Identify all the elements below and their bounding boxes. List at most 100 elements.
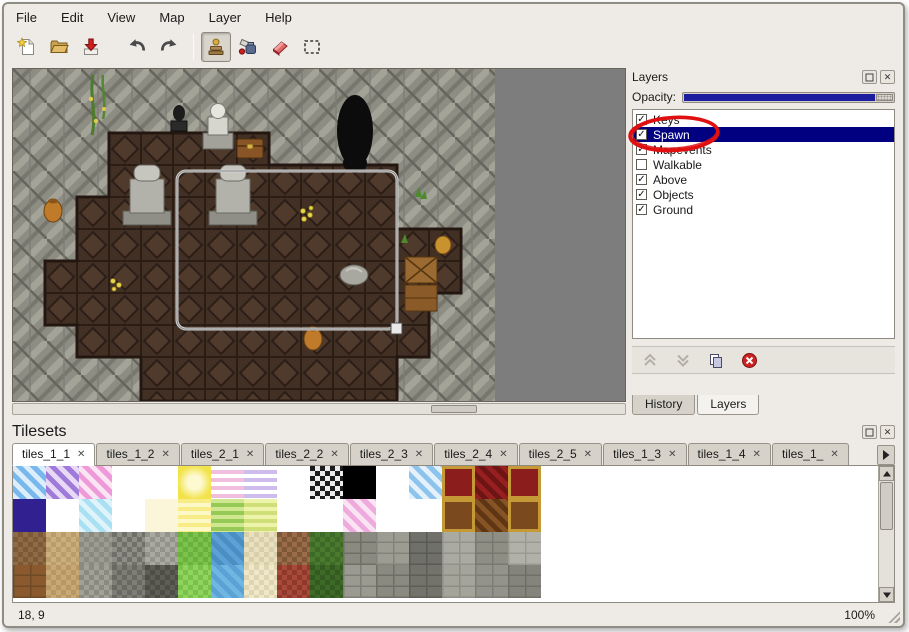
layer-row-mapevents[interactable]: ✓Mapevents <box>633 142 894 157</box>
palette-tile-0-4[interactable] <box>145 466 178 499</box>
palette-tile-0-1[interactable] <box>46 466 79 499</box>
palette-tile-3-7[interactable] <box>244 565 277 598</box>
tab-close-icon[interactable]: ✕ <box>161 449 169 460</box>
move-layer-up-button[interactable] <box>640 350 660 370</box>
map-canvas[interactable] <box>13 69 495 401</box>
move-layer-down-button[interactable] <box>673 350 693 370</box>
palette-tile-0-13[interactable] <box>442 466 475 499</box>
tileset-tab-tiles_1_2[interactable]: tiles_1_2✕ <box>96 443 179 466</box>
layer-visibility-checkbox[interactable] <box>636 159 647 170</box>
palette-tile-3-12[interactable] <box>409 565 442 598</box>
palette-tile-0-9[interactable] <box>310 466 343 499</box>
palette-tile-2-11[interactable] <box>376 532 409 565</box>
tab-close-icon[interactable]: ✕ <box>830 449 838 460</box>
layer-row-spawn[interactable]: ✓Spawn <box>633 127 894 142</box>
tileset-tab-tiles_1_3[interactable]: tiles_1_3✕ <box>603 443 686 466</box>
palette-tile-3-5[interactable] <box>178 565 211 598</box>
map-viewport[interactable] <box>12 68 626 402</box>
tileset-tab-tiles_1_4[interactable]: tiles_1_4✕ <box>688 443 771 466</box>
tab-close-icon[interactable]: ✕ <box>753 449 761 460</box>
palette-tile-1-8[interactable] <box>277 499 310 532</box>
palette-tile-3-2[interactable] <box>79 565 112 598</box>
dock-tab-layers[interactable]: Layers <box>697 395 759 415</box>
menu-help[interactable]: Help <box>263 9 294 26</box>
menu-view[interactable]: View <box>105 9 137 26</box>
scrollbar-thumb[interactable] <box>431 405 477 413</box>
palette-tile-3-13[interactable] <box>442 565 475 598</box>
palette-tile-1-11[interactable] <box>376 499 409 532</box>
tileset-tab-tiles_1_1[interactable]: tiles_1_1✕ <box>12 443 95 466</box>
layer-visibility-checkbox[interactable]: ✓ <box>636 174 647 185</box>
palette-vertical-scrollbar[interactable] <box>878 466 894 602</box>
palette-tile-2-12[interactable] <box>409 532 442 565</box>
scroll-up-button[interactable] <box>879 466 894 481</box>
layer-row-objects[interactable]: ✓Objects <box>633 187 894 202</box>
palette-tile-2-9[interactable] <box>310 532 343 565</box>
tab-close-icon[interactable]: ✕ <box>584 449 592 460</box>
opacity-slider[interactable] <box>682 92 895 103</box>
new-file-button[interactable] <box>12 32 42 62</box>
palette-tile-1-5[interactable] <box>178 499 211 532</box>
layer-row-walkable[interactable]: Walkable <box>633 157 894 172</box>
palette-tile-0-12[interactable] <box>409 466 442 499</box>
map-horizontal-scrollbar[interactable] <box>12 403 626 415</box>
close-icon[interactable]: ✕ <box>880 425 895 439</box>
layer-visibility-checkbox[interactable]: ✓ <box>636 129 647 140</box>
palette-tile-1-12[interactable] <box>409 499 442 532</box>
tileset-palette[interactable] <box>12 465 895 603</box>
tab-close-icon[interactable]: ✕ <box>77 449 85 460</box>
opacity-slider-handle[interactable] <box>876 94 893 101</box>
palette-tile-3-14[interactable] <box>475 565 508 598</box>
tab-close-icon[interactable]: ✕ <box>415 449 423 460</box>
menu-file[interactable]: File <box>14 9 39 26</box>
scroll-down-button[interactable] <box>879 587 894 602</box>
palette-tile-1-3[interactable] <box>112 499 145 532</box>
palette-tile-3-4[interactable] <box>145 565 178 598</box>
open-file-button[interactable] <box>44 32 74 62</box>
tileset-tab-tiles_2_4[interactable]: tiles_2_4✕ <box>434 443 517 466</box>
layer-visibility-checkbox[interactable]: ✓ <box>636 144 647 155</box>
close-icon[interactable]: ✕ <box>880 70 895 84</box>
palette-tile-2-6[interactable] <box>211 532 244 565</box>
tab-scroll-right-button[interactable] <box>877 445 895 465</box>
palette-tile-2-8[interactable] <box>277 532 310 565</box>
palette-tile-2-7[interactable] <box>244 532 277 565</box>
tileset-tab-tiles_2_2[interactable]: tiles_2_2✕ <box>265 443 348 466</box>
layer-visibility-checkbox[interactable]: ✓ <box>636 189 647 200</box>
tileset-tab-tiles_1_[interactable]: tiles_1_✕ <box>772 443 849 466</box>
tileset-tab-tiles_2_1[interactable]: tiles_2_1✕ <box>181 443 264 466</box>
tab-close-icon[interactable]: ✕ <box>499 449 507 460</box>
select-tool-button[interactable] <box>297 32 327 62</box>
palette-tile-0-15[interactable] <box>508 466 541 499</box>
menu-layer[interactable]: Layer <box>207 9 244 26</box>
palette-tile-1-2[interactable] <box>79 499 112 532</box>
palette-tile-0-2[interactable] <box>79 466 112 499</box>
eraser-tool-button[interactable] <box>265 32 295 62</box>
palette-tile-3-15[interactable] <box>508 565 541 598</box>
selection-handle[interactable] <box>391 323 402 334</box>
palette-tile-0-6[interactable] <box>211 466 244 499</box>
palette-tile-0-0[interactable] <box>13 466 46 499</box>
float-icon[interactable] <box>862 425 877 439</box>
tab-close-icon[interactable]: ✕ <box>246 449 254 460</box>
stamp-tool-button[interactable] <box>201 32 231 62</box>
palette-tile-1-9[interactable] <box>310 499 343 532</box>
layer-visibility-checkbox[interactable]: ✓ <box>636 204 647 215</box>
palette-tile-2-0[interactable] <box>13 532 46 565</box>
palette-tile-1-10[interactable] <box>343 499 376 532</box>
palette-tile-2-1[interactable] <box>46 532 79 565</box>
palette-tile-0-3[interactable] <box>112 466 145 499</box>
palette-tile-0-8[interactable] <box>277 466 310 499</box>
layer-row-above[interactable]: ✓Above <box>633 172 894 187</box>
layer-row-keys[interactable]: ✓Keys <box>633 112 894 127</box>
tab-close-icon[interactable]: ✕ <box>330 449 338 460</box>
palette-tile-2-15[interactable] <box>508 532 541 565</box>
palette-tile-3-8[interactable] <box>277 565 310 598</box>
scrollbar-thumb[interactable] <box>880 482 893 530</box>
menu-map[interactable]: Map <box>157 9 186 26</box>
save-file-button[interactable] <box>76 32 106 62</box>
palette-tile-3-1[interactable] <box>46 565 79 598</box>
palette-tile-0-7[interactable] <box>244 466 277 499</box>
palette-tile-1-1[interactable] <box>46 499 79 532</box>
palette-tile-3-10[interactable] <box>343 565 376 598</box>
